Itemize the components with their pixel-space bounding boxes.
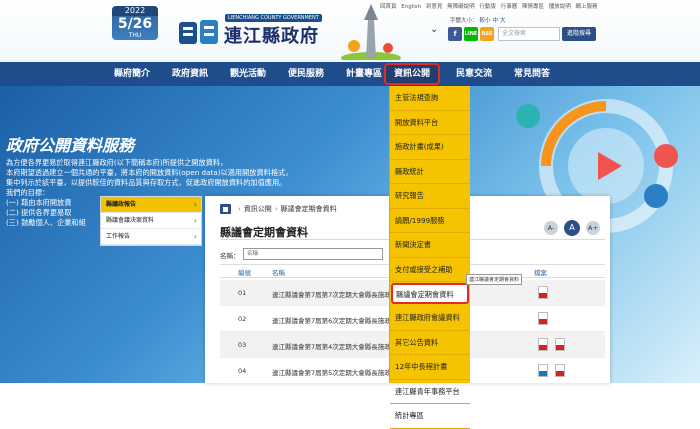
dropdown-item-council-sessions[interactable]: 縣議會定期會資料 [391, 283, 469, 304]
date-badge: 2022 5/26 THU [112, 6, 158, 40]
odt-file-icon[interactable] [538, 364, 548, 377]
breadcrumb-separator: › [238, 205, 241, 213]
dropdown-item-petition[interactable]: 請願/1999服務 [390, 209, 470, 233]
row-index: 04 [238, 367, 247, 375]
dropdown-item-stats-zone[interactable]: 統計專區 [390, 404, 470, 429]
column-files: 檔案 [534, 269, 547, 277]
nav-item-info-disclosure[interactable]: 資訊公開 [384, 63, 440, 85]
sidebar-item-work-report[interactable]: 工作報告 › [101, 229, 201, 245]
main-nav: 縣府簡介 政府資訊 觀光活動 便民服務 計畫專區 資訊公開 民意交流 常見問答 [0, 62, 700, 86]
top-link[interactable]: 行動版 [479, 4, 496, 10]
rss-icon[interactable]: RSS [480, 27, 494, 41]
chevron-right-icon: › [193, 232, 197, 241]
dropdown-item-statistics[interactable]: 縣政統計 [390, 160, 470, 184]
top-link[interactable]: 行事曆 [501, 4, 518, 10]
sidebar-item-label: 工作報告 [106, 233, 131, 240]
nav-item-public-opinion[interactable]: 民意交流 [446, 62, 502, 86]
nav-item-services[interactable]: 便民服務 [278, 62, 334, 86]
font-size-small[interactable]: 較小 [480, 18, 491, 24]
hero-line: 本府期望透過建立一個共通的平臺，將本府的開放資料(open data)以適用開放… [6, 168, 293, 177]
county-logo-icon[interactable] [178, 18, 220, 46]
nav-item-tourism[interactable]: 觀光活動 [220, 62, 276, 86]
column-name: 名稱 [272, 269, 285, 277]
hero-line: 集中列示於該平臺，以提供較佳的資料品質與存取方式，促進政府開放資料的加值應用。 [6, 178, 287, 187]
hero-line: 為方便各界更易於取得連江縣政府(以下簡稱本府)所提供之開放資料， [6, 158, 228, 167]
pdf-file-icon[interactable] [538, 312, 548, 325]
chevron-down-icon[interactable]: ⌄ [430, 24, 438, 35]
advanced-search-button[interactable]: 進階搜尋 [562, 27, 596, 41]
logo-english: LIENCHIANG COUNTY GOVERNMENT [225, 14, 322, 22]
nav-item-about[interactable]: 縣府簡介 [104, 62, 160, 86]
breadcrumb-info-disclosure[interactable]: 資訊公開 [244, 204, 272, 214]
dropdown-item-youth-affairs[interactable]: 連江縣青年事務平台 [390, 380, 470, 404]
top-link[interactable]: 回首頁 [380, 4, 397, 10]
row-index: 02 [238, 315, 247, 323]
top-link[interactable]: 陳情專區 [522, 4, 544, 10]
font-size-large[interactable]: 大 [500, 18, 506, 24]
nav-item-gov-info[interactable]: 政府資訊 [162, 62, 218, 86]
info-disclosure-dropdown: 主管法規查詢 開放資料平台 施政計畫(成果) 縣政統計 研究報告 請願/1999… [389, 86, 470, 429]
hero-title: 政府公開資料服務 [6, 136, 135, 155]
top-links: 回首頁 English 到意見 無障礙說明 行動版 行事曆 陳情專區 播放說明 … [380, 2, 601, 10]
sidebar-item-label: 縣議政報告 [106, 201, 137, 208]
dropdown-item-subsidies[interactable]: 支付或接受之補助 [390, 258, 470, 282]
top-link[interactable]: 播放說明 [549, 4, 571, 10]
date-day: 5/26 [117, 16, 153, 32]
date-weekday: THU [128, 32, 142, 39]
top-link[interactable]: English [401, 4, 421, 10]
page-title: 縣議會定期會資料 [220, 226, 308, 239]
breadcrumb-current: 縣議會定期會資料 [280, 205, 337, 213]
breadcrumb: › 資訊公開 › 縣議會定期會資料 [220, 204, 337, 214]
top-link[interactable]: 到意見 [426, 4, 443, 10]
breadcrumb-separator: › [274, 205, 278, 213]
chevron-right-icon: › [193, 216, 197, 225]
dropdown-item-meeting-data[interactable]: 連江縣政府會議資料 [390, 306, 470, 331]
sidebar-menu: 縣議政報告 › 縣議會議決案資料 › 工作報告 › [100, 196, 202, 246]
pdf-file-icon[interactable] [538, 286, 548, 299]
date-year: 2022 [112, 6, 158, 16]
chevron-right-icon: › [193, 200, 197, 209]
sidebar-item-council-report[interactable]: 縣議政報告 › [101, 197, 201, 213]
font-size-selector: 字體大小： 較小中大 [450, 16, 506, 24]
row-name-link[interactable]: 連江縣議會第7屆第6次定期大會縣長施政報告 [272, 315, 390, 325]
row-name-link[interactable]: 連江縣議會第7屆第4次定期大會縣長施政報告 [272, 341, 390, 351]
top-link[interactable]: 網上服務 [575, 4, 597, 10]
sidebar-item-council-resolutions[interactable]: 縣議會議決案資料 › [101, 213, 201, 229]
row-index: 03 [238, 341, 247, 349]
line-icon[interactable]: LINE [464, 27, 478, 41]
logo-chinese[interactable]: 連江縣政府 [224, 22, 319, 48]
font-decrease-button[interactable]: A- [544, 221, 558, 235]
dropdown-item-policy-plan[interactable]: 施政計畫(成果) [390, 135, 470, 160]
font-size-label: 字體大小： [450, 18, 478, 24]
font-normal-button[interactable]: A [564, 220, 580, 236]
dropdown-item-decisions[interactable]: 新聞決定書 [390, 233, 470, 258]
top-link[interactable]: 無障礙說明 [447, 4, 475, 10]
sidebar-item-label: 縣議會議決案資料 [106, 217, 155, 224]
row-name-link[interactable]: 連江縣議會第7屆第7次定期大會縣長施政報告 [272, 289, 390, 299]
pdf-file-icon[interactable] [555, 338, 565, 351]
font-size-medium[interactable]: 中 [493, 18, 499, 24]
facebook-icon[interactable]: f [448, 27, 462, 41]
pdf-file-icon[interactable] [555, 364, 565, 377]
dropdown-item-long-term-plan[interactable]: 12年中長程計畫 [390, 355, 470, 380]
pdf-file-icon[interactable] [538, 338, 548, 351]
home-icon[interactable] [220, 204, 231, 214]
nav-item-faq[interactable]: 常見問答 [504, 62, 560, 86]
row-name-link[interactable]: 連江縣議會第7屆第5次定期大會縣長施政報告 [272, 367, 390, 377]
dropdown-item-open-data[interactable]: 開放資料平台 [390, 111, 470, 135]
font-increase-button[interactable]: A+ [586, 221, 600, 235]
name-filter-input[interactable]: 名稱 [243, 248, 383, 260]
site-header: 2022 5/26 THU LIENCHIANG COUNTY GOVERNME… [0, 0, 700, 62]
tooltip: 連江縣議會定期會資料 [466, 274, 523, 285]
dropdown-item-other-notices[interactable]: 其它公告資料 [390, 331, 470, 355]
filter-label: 名稱： [220, 252, 240, 260]
row-index: 01 [238, 289, 247, 297]
dropdown-item-research[interactable]: 研究報告 [390, 184, 470, 209]
column-index: 編號 [238, 269, 251, 277]
dropdown-item-regulations[interactable]: 主管法規查詢 [390, 86, 470, 111]
search-input[interactable]: 全文檢索 [498, 27, 560, 41]
